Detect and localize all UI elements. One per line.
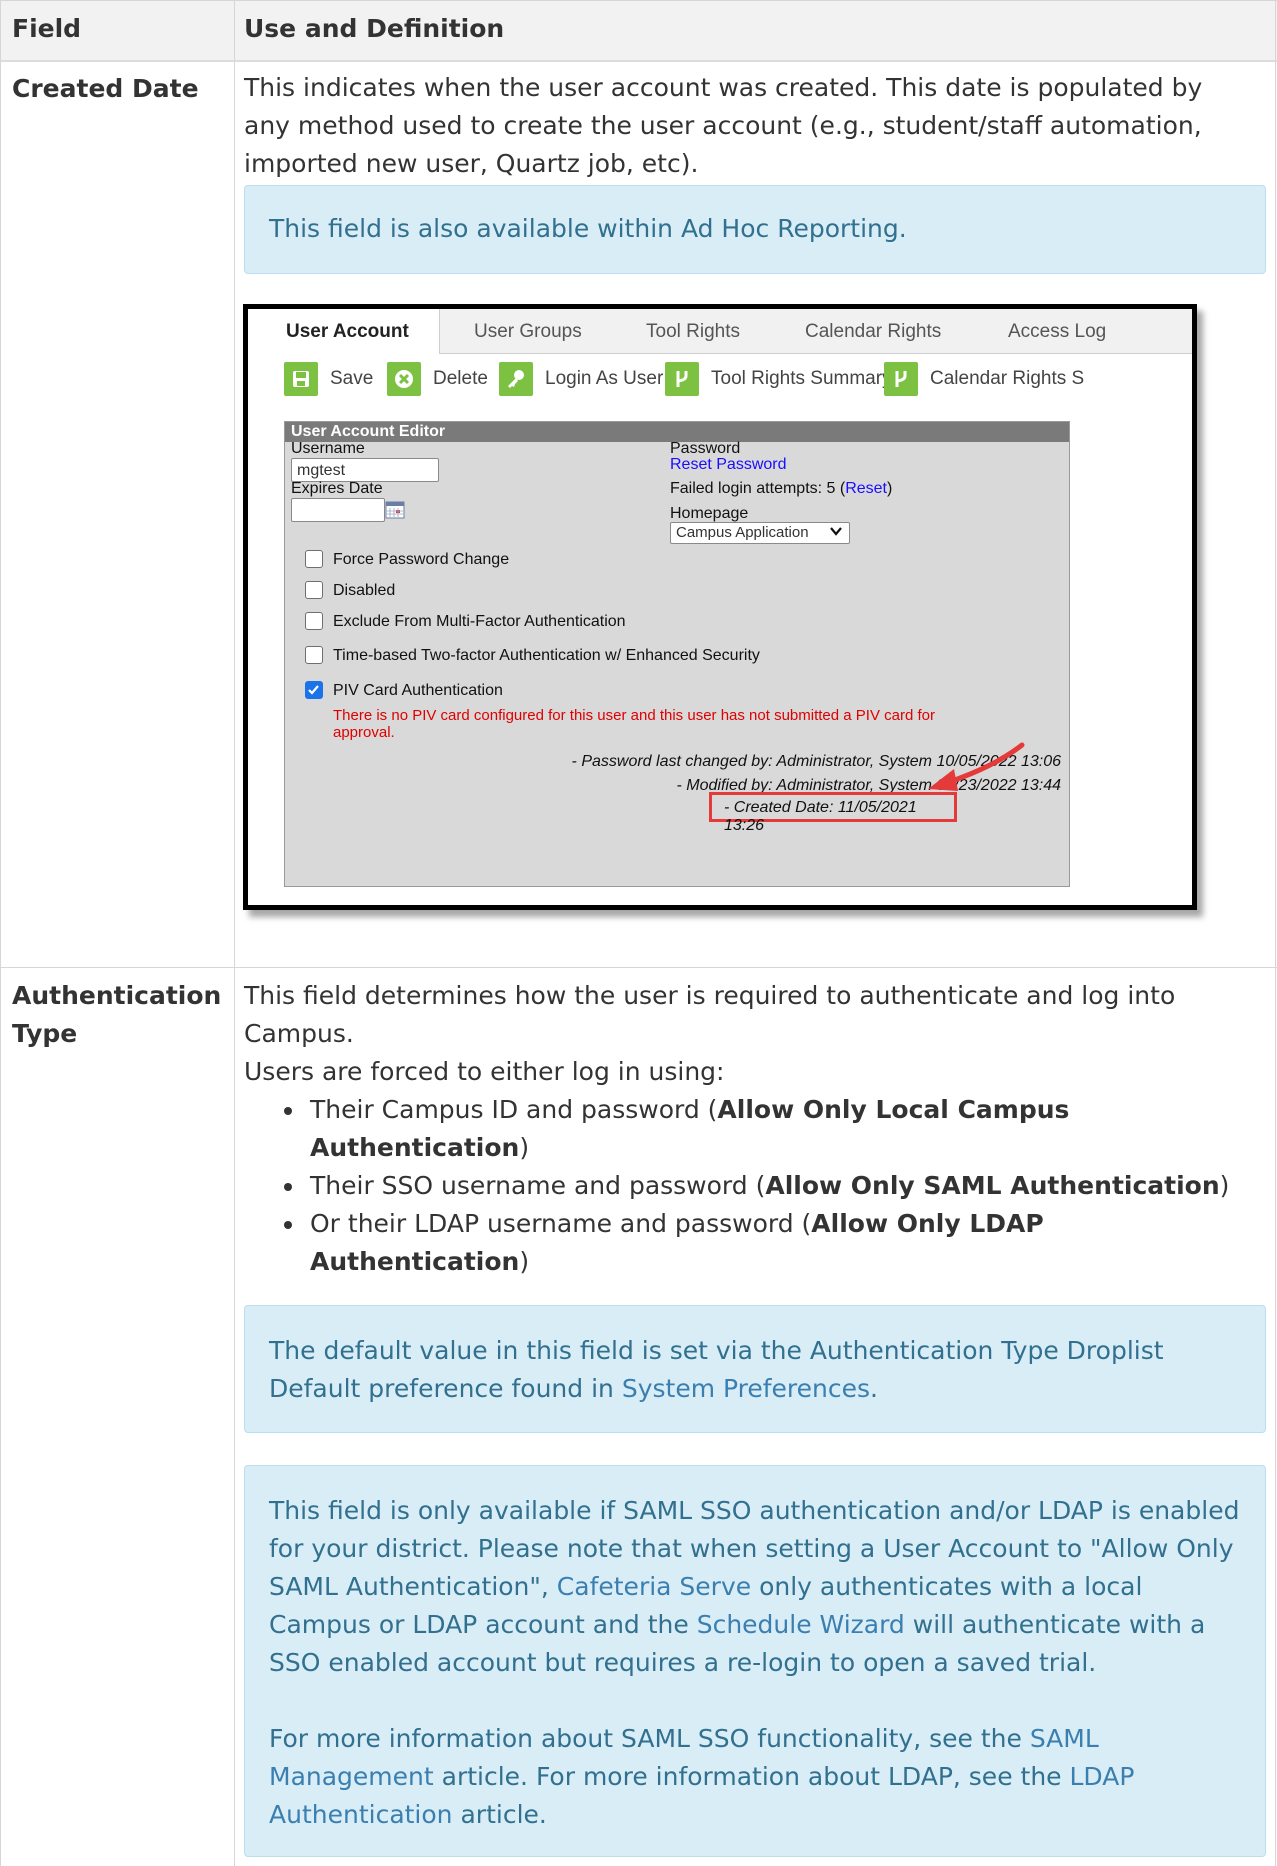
table-border-right — [1275, 0, 1276, 1866]
system-preferences-link[interactable]: System Preferences — [622, 1374, 870, 1403]
tab-tool-rights[interactable]: Tool Rights — [646, 321, 740, 343]
list-item: Their SSO username and password (Allow O… — [306, 1167, 1277, 1205]
key-icon — [499, 362, 533, 396]
editor-title: User Account Editor — [285, 422, 1069, 442]
failed-login-text: Failed login attempts: 5 ( — [670, 480, 846, 497]
authentication-default-note: The default value in this field is set v… — [244, 1305, 1266, 1433]
reset-password-link[interactable]: Reset Password — [670, 456, 787, 474]
note-text: For more information about SAML SSO func… — [269, 1724, 1030, 1753]
default-note-end: . — [870, 1374, 878, 1403]
username-label: Username — [291, 440, 365, 457]
table-border-left — [0, 0, 1, 1866]
failed-login-reset-link[interactable]: Reset — [845, 480, 887, 497]
option-end: ) — [519, 1247, 530, 1276]
created-date-note-text: This field is also available within Ad H… — [269, 214, 907, 243]
save-button[interactable]: Save — [284, 362, 373, 396]
field-authentication-type: Authentication Type — [12, 977, 221, 1053]
calendar-icon[interactable] — [385, 500, 405, 525]
option-text: Their SSO username and password ( — [310, 1171, 766, 1200]
calendar-rights-summary-button[interactable]: Calendar Rights S — [884, 362, 1084, 396]
field-authentication-type-line2: Type — [12, 1019, 78, 1048]
calendar-rights-summary-label: Calendar Rights S — [930, 368, 1085, 389]
totp-enhanced-security-checkbox[interactable] — [305, 646, 323, 664]
login-as-user-button[interactable]: Login As User — [499, 362, 663, 396]
failed-login-close: ) — [887, 480, 893, 497]
table-border-top — [0, 0, 1277, 1]
option-text: Or their LDAP username and password ( — [310, 1209, 812, 1238]
login-as-user-label: Login As User — [545, 368, 664, 389]
delete-label: Delete — [433, 368, 488, 389]
checkmark-icon — [308, 685, 319, 695]
delete-button[interactable]: Delete — [387, 362, 488, 396]
list-item: Their Campus ID and password (Allow Only… — [306, 1091, 1130, 1167]
table-row-divider — [0, 967, 1277, 968]
documentation-table: Field Use and Definition Created Date Th… — [0, 0, 1277, 1866]
branch-icon — [884, 362, 918, 396]
branch-icon — [665, 362, 699, 396]
save-label: Save — [330, 368, 374, 389]
authentication-options-list: Their Campus ID and password ( Allow Only… — [268, 1091, 1277, 1281]
option-end: ) — [1219, 1171, 1230, 1200]
saml-ldap-note-paragraph-2: For more information about SAML SSO func… — [269, 1720, 1241, 1834]
authentication-type-description: This field determines how the user is re… — [244, 981, 1176, 1048]
header-use-definition: Use and Definition — [244, 14, 505, 43]
schedule-wizard-link[interactable]: Schedule Wizard — [697, 1610, 905, 1639]
piv-card-authentication-label: PIV Card Authentication — [333, 682, 503, 699]
save-icon — [284, 362, 318, 396]
tool-rights-summary-button[interactable]: Tool Rights Summary — [665, 362, 892, 396]
failed-login-attempts: Failed login attempts: 5 (Reset) — [670, 480, 892, 498]
tab-calendar-rights[interactable]: Calendar Rights — [805, 321, 941, 343]
table-column-divider — [234, 0, 235, 1866]
delete-icon — [387, 362, 421, 396]
option-end: ) — [519, 1133, 530, 1162]
user-account-editor: User Account Editor Username mgtest Expi… — [284, 421, 1070, 887]
note-text: article. — [452, 1800, 547, 1829]
red-arrow-icon — [928, 742, 1025, 791]
saml-ldap-note: This field is only available if SAML SSO… — [244, 1465, 1266, 1857]
homepage-label: Homepage — [670, 505, 749, 522]
force-password-change-label: Force Password Change — [333, 551, 510, 568]
exclude-mfa-checkbox[interactable] — [305, 612, 323, 630]
exclude-mfa-label: Exclude From Multi-Factor Authentication — [333, 613, 626, 630]
user-account-screenshot: User Account User Groups Tool Rights Cal… — [243, 304, 1197, 910]
saml-ldap-note-paragraph-1: This field is only available if SAML SSO… — [269, 1492, 1241, 1682]
created-date-value: - Created Date: 11/05/2021 13:26 — [724, 799, 917, 834]
tab-access-log[interactable]: Access Log — [1008, 321, 1106, 343]
disabled-label: Disabled — [333, 582, 396, 599]
header-field: Field — [12, 14, 82, 43]
piv-error-message: There is no PIV card configured for this… — [333, 707, 935, 741]
totp-enhanced-security-label: Time-based Two-factor Authentication w/ … — [333, 647, 760, 664]
authentication-type-options-intro: Users are forced to either log in using: — [244, 1057, 725, 1086]
tab-user-account[interactable]: User Account — [248, 309, 440, 354]
expires-date-label: Expires Date — [291, 480, 383, 497]
chevron-down-icon — [829, 524, 843, 544]
tab-user-groups[interactable]: User Groups — [474, 321, 582, 343]
option-text: Their Campus ID and password ( — [310, 1095, 718, 1124]
tab-bar: User Account User Groups Tool Rights Cal… — [248, 309, 1192, 354]
homepage-selected-value: Campus Application — [676, 524, 809, 541]
piv-card-authentication-checkbox[interactable] — [305, 681, 323, 699]
homepage-select[interactable]: Campus Application — [670, 522, 850, 544]
created-date-description: This indicates when the user account was… — [244, 73, 1203, 178]
created-date-note: This field is also available within Ad H… — [244, 185, 1266, 274]
field-created-date: Created Date — [12, 74, 199, 103]
expires-date-input[interactable] — [291, 498, 385, 522]
note-text: article. For more information about LDAP… — [433, 1762, 1070, 1791]
disabled-checkbox[interactable] — [305, 581, 323, 599]
cafeteria-serve-link[interactable]: Cafeteria Serve — [557, 1572, 751, 1601]
option-bold: Allow Only SAML Authentication — [765, 1171, 1220, 1200]
tool-rights-summary-label: Tool Rights Summary — [711, 368, 892, 389]
username-input[interactable]: mgtest — [291, 458, 439, 482]
list-item: Or their LDAP username and password (All… — [306, 1205, 1130, 1281]
field-authentication-type-line1: Authentication — [12, 981, 222, 1010]
force-password-change-checkbox[interactable] — [305, 550, 323, 568]
table-header-row: Field Use and Definition — [0, 0, 1277, 62]
